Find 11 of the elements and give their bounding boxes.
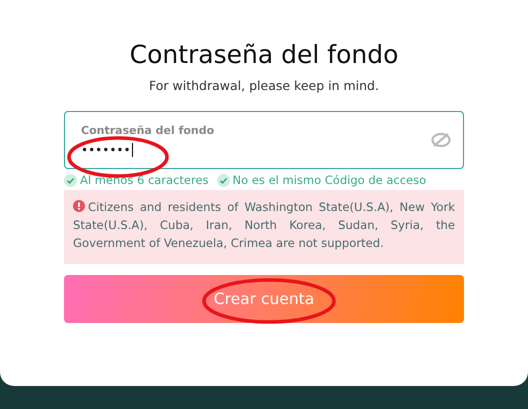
password-field[interactable]: Contraseña del fondo ••••••• [64, 111, 464, 169]
field-label: Contraseña del fondo [81, 124, 216, 136]
requirement-text: No es el mismo Código de acceso [232, 173, 426, 187]
dialog-title: Contraseña del fondo [130, 40, 398, 69]
requirement-text: Al menos 6 caracteres [80, 173, 209, 187]
warning-text: Citizens and residents of Washington State(U.S.A), New York State(U.S.A), Cuba, Iran, North Korea, Sudan, Syria, the Government of Venezuela, Crimea are not supported. [73, 199, 455, 252]
text-cursor [132, 142, 133, 156]
eye-off-icon[interactable] [431, 132, 451, 148]
password-value: ••••••• [81, 142, 131, 156]
dialog-subtitle: For withdrawal, please keep in mind. [149, 78, 379, 93]
alert-icon [73, 200, 85, 212]
